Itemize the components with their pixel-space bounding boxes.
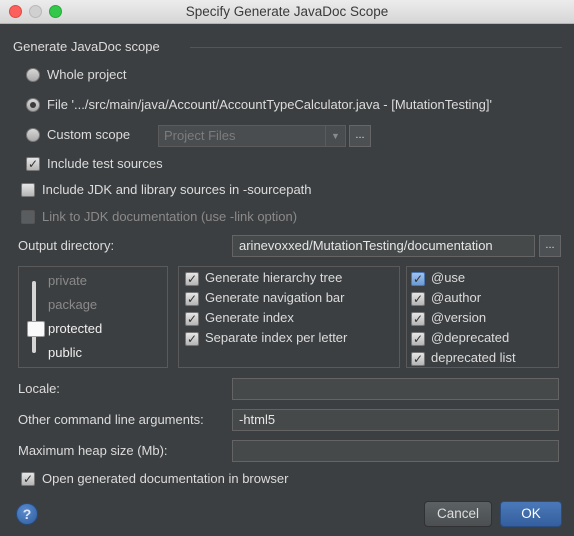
file-scope-radio[interactable] xyxy=(26,98,40,112)
output-directory-browse-button[interactable]: ... xyxy=(539,235,561,257)
include-jdk-checkbox[interactable] xyxy=(21,183,35,197)
cancel-button[interactable]: Cancel xyxy=(424,501,492,527)
window-title: Specify Generate JavaDoc Scope xyxy=(185,4,389,19)
whole-project-radio[interactable] xyxy=(26,68,40,82)
max-heap-size-label: Maximum heap size (Mb): xyxy=(18,443,168,458)
help-icon[interactable]: ? xyxy=(16,503,38,525)
scope-group-divider xyxy=(190,47,562,48)
file-scope-label[interactable]: File '.../src/main/java/Account/AccountT… xyxy=(47,97,492,112)
tag-deprecated-checkbox[interactable]: ✓ xyxy=(411,332,425,346)
output-directory-field[interactable]: arinevoxxed/MutationTesting/documentatio… xyxy=(232,235,535,257)
tag-use-checkbox[interactable]: ✓ xyxy=(411,272,425,286)
generate-options-panel: ✓ Generate hierarchy tree ✓ Generate nav… xyxy=(178,266,400,368)
custom-scope-browse-button[interactable]: ... xyxy=(349,125,371,147)
custom-scope-value: Project Files xyxy=(164,128,236,143)
tag-version-checkbox[interactable]: ✓ xyxy=(411,312,425,326)
custom-scope-label[interactable]: Custom scope xyxy=(47,127,130,142)
tag-author-label[interactable]: @author xyxy=(431,290,481,305)
generate-index-checkbox[interactable]: ✓ xyxy=(185,312,199,326)
chevron-down-icon[interactable]: ▼ xyxy=(325,126,345,146)
tag-use-label[interactable]: @use xyxy=(431,270,465,285)
link-jdk-label: Link to JDK documentation (use -link opt… xyxy=(42,209,298,224)
visibility-level-panel: private package protected public xyxy=(18,266,168,368)
visibility-level-private[interactable]: private xyxy=(48,273,87,288)
locale-label: Locale: xyxy=(18,381,60,396)
open-in-browser-checkbox[interactable]: ✓ xyxy=(21,472,35,486)
command-line-args-field[interactable]: -html5 xyxy=(232,409,559,431)
custom-scope-select[interactable]: Project Files ▼ xyxy=(158,125,346,147)
scope-group-label: Generate JavaDoc scope xyxy=(13,39,160,54)
custom-scope-radio[interactable] xyxy=(26,128,40,142)
output-directory-label: Output directory: xyxy=(18,238,115,253)
link-jdk-checkbox xyxy=(21,210,35,224)
visibility-level-public[interactable]: public xyxy=(48,345,82,360)
generate-hierarchy-label[interactable]: Generate hierarchy tree xyxy=(205,270,342,285)
generate-navigation-checkbox[interactable]: ✓ xyxy=(185,292,199,306)
visibility-slider-track[interactable] xyxy=(32,281,36,353)
include-test-sources-checkbox[interactable]: ✓ xyxy=(26,157,40,171)
visibility-level-protected[interactable]: protected xyxy=(48,321,102,336)
generate-navigation-label[interactable]: Generate navigation bar xyxy=(205,290,344,305)
command-line-args-label: Other command line arguments: xyxy=(18,412,204,427)
title-bar: Specify Generate JavaDoc Scope xyxy=(0,0,574,24)
visibility-slider-handle[interactable] xyxy=(27,321,45,337)
open-in-browser-label[interactable]: Open generated documentation in browser xyxy=(42,471,288,486)
max-heap-size-field[interactable] xyxy=(232,440,559,462)
ok-button[interactable]: OK xyxy=(500,501,562,527)
separate-index-label[interactable]: Separate index per letter xyxy=(205,330,347,345)
tag-author-checkbox[interactable]: ✓ xyxy=(411,292,425,306)
whole-project-label[interactable]: Whole project xyxy=(47,67,126,82)
generate-hierarchy-checkbox[interactable]: ✓ xyxy=(185,272,199,286)
visibility-level-package[interactable]: package xyxy=(48,297,97,312)
generate-index-label[interactable]: Generate index xyxy=(205,310,294,325)
locale-field[interactable] xyxy=(232,378,559,400)
tag-version-label[interactable]: @version xyxy=(431,310,486,325)
tag-deprecated-list-label[interactable]: deprecated list xyxy=(431,350,516,365)
include-jdk-label[interactable]: Include JDK and library sources in -sour… xyxy=(42,182,312,197)
tag-deprecated-label[interactable]: @deprecated xyxy=(431,330,509,345)
separate-index-checkbox[interactable]: ✓ xyxy=(185,332,199,346)
tag-deprecated-list-checkbox[interactable]: ✓ xyxy=(411,352,425,366)
include-test-sources-label[interactable]: Include test sources xyxy=(47,156,163,171)
tags-panel: ✓ @use ✓ @author ✓ @version ✓ @deprecate… xyxy=(406,266,559,368)
